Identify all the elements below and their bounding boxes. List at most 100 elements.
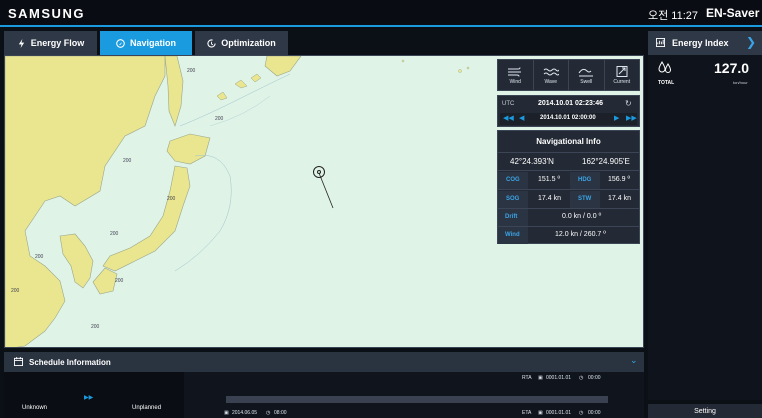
chevron-down-icon[interactable]: ⌄ (630, 355, 638, 366)
energy-index-body: TOTAL 127.0 ton/hour (648, 55, 762, 400)
longitude: 162°24.905'E (582, 157, 630, 166)
panel-title: Navigational Info (498, 131, 639, 153)
wave-icon (543, 68, 559, 75)
cog-hdg-row: COG 151.5 º HDG 156.9 º (498, 172, 639, 190)
hdg-value: 156.9 º (608, 176, 631, 183)
tab-optimization[interactable]: Optimization (195, 31, 288, 55)
clock-icon: ◷ (579, 375, 584, 381)
schedule-status: Unknown ▶▶ Unplanned (4, 372, 184, 418)
start-date: 2014.06.05 (232, 410, 258, 416)
schedule-title: Schedule Information (29, 358, 111, 367)
lightning-icon (18, 38, 24, 48)
play-icon: ▶▶ (84, 395, 94, 401)
wind-row: Wind 12.0 kn / 260.7 º (498, 227, 639, 245)
latitude: 42°24.393'N (510, 157, 554, 166)
tab-label: Navigation (129, 38, 176, 48)
tab-energy-flow[interactable]: Energy Flow (4, 31, 97, 55)
calendar-icon: ▣ (538, 410, 543, 416)
hdg-label: HDG (578, 177, 592, 183)
environment-toolbar: Wind Wave Swell Current (497, 59, 640, 91)
refresh-icon[interactable]: ↻ (625, 99, 632, 108)
product-name: EN-Saver (706, 6, 760, 20)
brand-logo: SAMSUNG (8, 6, 85, 21)
rta-label: RTA (522, 375, 532, 381)
rta-date: 0001.01.01 (546, 375, 572, 381)
calendar-icon: ▣ (224, 410, 229, 416)
step-forward-icon[interactable]: ▶ (614, 114, 619, 122)
depth-label: 200 (91, 324, 100, 330)
eta-date: 0001.01.01 (546, 410, 572, 416)
drift-label: Drift (505, 214, 518, 220)
vessel-dot (317, 170, 321, 174)
wave-button[interactable]: Wave (534, 60, 569, 90)
depth-label: 200 (35, 254, 44, 260)
env-label: Wave (544, 78, 558, 85)
total-label: TOTAL (658, 80, 675, 86)
schedule-header[interactable]: Schedule Information ⌄ (4, 352, 644, 372)
cog-value: 151.5 º (538, 176, 561, 183)
depth-label: 200 (167, 196, 176, 202)
tab-navigation[interactable]: Navigation (100, 31, 192, 55)
status-unplanned: Unplanned (132, 405, 162, 411)
top-bar: SAMSUNG 오전 11:27 EN-Saver (0, 0, 762, 27)
depth-label: 200 (123, 158, 132, 164)
drift-row: Drift 0.0 kn / 0.0 º (498, 209, 639, 227)
eta-label: ETA (522, 410, 532, 416)
start-time: 08:00 (274, 410, 287, 416)
chevron-right-icon[interactable]: ❯ (746, 35, 756, 49)
clock: 오전 11:27 (648, 10, 699, 22)
sog-label: SOG (506, 196, 520, 202)
env-label: Current (613, 78, 631, 85)
setting-button[interactable]: Setting (648, 404, 762, 418)
rta-time: 00:00 (588, 375, 601, 381)
clock-icon: ◷ (579, 410, 584, 416)
depth-label: 200 (110, 231, 119, 237)
wind-button[interactable]: Wind (498, 60, 534, 90)
utc-label: UTC (502, 101, 515, 107)
skip-back-icon[interactable]: ◀◀ (503, 114, 514, 122)
time-selector: ◀◀ ◀ 2014.10.01 02:00:00 ▶ ▶▶ (500, 113, 637, 125)
clock-icon: ◷ (266, 410, 271, 416)
cycle-icon (207, 38, 216, 48)
sog-stw-row: SOG 17.4 kn STW 17.4 kn (498, 191, 639, 209)
stw-value: 17.4 kn (608, 195, 631, 202)
wind-label: Wind (505, 232, 520, 238)
eta-time: 00:00 (588, 410, 601, 416)
dashboard-icon (656, 38, 665, 47)
energy-index-header[interactable]: Energy Index ❯ (648, 31, 762, 55)
fuel-drops-icon (658, 61, 672, 73)
calendar-icon: ▣ (538, 375, 543, 381)
position-row: 42°24.393'N 162°24.905'E (498, 153, 639, 171)
schedule-body: Unknown ▶▶ Unplanned RTA ▣ 0001.01.01 ◷ … (4, 372, 644, 418)
depth-label: 200 (11, 288, 20, 294)
voyage-timeline[interactable] (226, 396, 608, 403)
stw-label: STW (578, 196, 592, 202)
cog-label: COG (506, 177, 520, 183)
tab-label: Optimization (221, 38, 276, 48)
swell-button[interactable]: Swell (569, 60, 605, 90)
tab-label: Energy Flow (30, 38, 85, 48)
depth-label: 200 (215, 116, 224, 122)
selected-time: 2014.10.01 02:00:00 (540, 115, 596, 121)
swell-icon (578, 68, 594, 76)
status-unknown: Unknown (22, 405, 48, 411)
utc-time: 2014.10.01 02:23:46 (538, 100, 603, 107)
energy-value: 127.0 (714, 60, 750, 76)
step-back-icon[interactable]: ◀ (519, 114, 524, 122)
wind-icon (508, 66, 522, 77)
current-button[interactable]: Current (605, 60, 640, 90)
skip-forward-icon[interactable]: ▶▶ (626, 114, 637, 122)
current-icon (616, 65, 628, 77)
drift-value: 0.0 kn / 0.0 º (562, 213, 602, 220)
depth-label: 200 (187, 68, 196, 74)
energy-unit: ton/hour (733, 80, 748, 85)
energy-index-title: Energy Index (672, 38, 729, 48)
calendar-icon (14, 357, 23, 366)
compass-icon (116, 38, 125, 48)
sog-value: 17.4 kn (538, 195, 561, 202)
depth-label: 200 (115, 278, 124, 284)
wind-value: 12.0 kn / 260.7 º (555, 231, 606, 238)
navigational-info-panel: Navigational Info 42°24.393'N 162°24.905… (497, 130, 640, 244)
vessel-marker[interactable] (313, 166, 325, 178)
time-panel: UTC 2014.10.01 02:23:46 ↻ ◀◀ ◀ 2014.10.0… (497, 95, 640, 127)
